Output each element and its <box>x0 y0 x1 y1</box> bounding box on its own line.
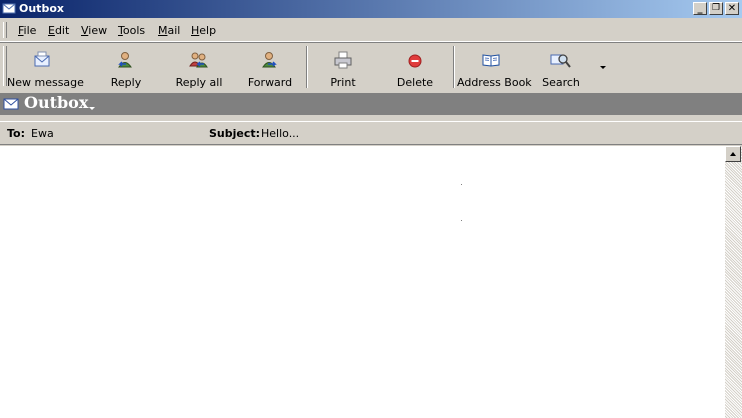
print-label: Print <box>330 76 356 89</box>
reply-icon <box>118 52 132 68</box>
reply-all-label: Reply all <box>175 76 223 89</box>
forward-label: Forward <box>247 76 293 89</box>
vertical-scrollbar[interactable] <box>725 146 742 418</box>
toolbar-separator <box>306 46 308 88</box>
message-body[interactable] <box>0 146 725 418</box>
folder-dropdown-arrow[interactable] <box>89 107 95 110</box>
search-label: Search <box>542 76 580 89</box>
folder-name[interactable]: Outbox <box>24 93 88 112</box>
delete-button[interactable]: Delete <box>394 47 436 89</box>
title-bar: Outbox _ ❐ ✕ <box>0 0 742 18</box>
delete-icon <box>408 54 422 68</box>
new-message-label: New message <box>7 76 84 89</box>
menu-bar: File Edit View Tools Mail Help <box>0 19 742 42</box>
close-button[interactable]: ✕ <box>725 2 739 15</box>
reply-button[interactable]: Reply <box>104 47 148 89</box>
menu-file[interactable]: File <box>18 24 36 37</box>
menu-mail[interactable]: Mail <box>158 24 180 37</box>
folder-bar: Outbox <box>0 93 742 115</box>
address-book-button[interactable]: Address Book <box>457 47 532 89</box>
outbox-app-icon <box>2 3 16 14</box>
reply-all-button[interactable]: Reply all <box>172 47 226 89</box>
to-value: Ewa <box>31 127 54 140</box>
menu-edit[interactable]: Edit <box>48 24 69 37</box>
printer-icon <box>334 51 352 69</box>
toolbar-overflow-arrow[interactable] <box>600 66 606 69</box>
restore-button[interactable]: ❐ <box>709 2 723 15</box>
search-button[interactable]: Search <box>540 47 582 89</box>
stray-pixel <box>461 220 462 221</box>
address-book-icon <box>482 54 500 67</box>
subject-value: Hello... <box>261 127 300 140</box>
new-message-button[interactable]: New message <box>7 47 84 89</box>
scroll-up-arrow-icon <box>730 152 736 156</box>
scroll-up-button[interactable] <box>725 146 741 162</box>
reply-all-icon <box>189 52 208 68</box>
stray-pixel <box>461 184 462 185</box>
menu-help[interactable]: Help <box>191 24 216 37</box>
forward-button[interactable]: Forward <box>245 47 295 89</box>
menu-grip <box>3 22 7 38</box>
new-message-icon <box>34 51 50 67</box>
outbox-folder-icon <box>3 98 19 110</box>
forward-icon <box>262 52 277 68</box>
address-book-label: Address Book <box>457 76 532 89</box>
message-header: To: Ewa Subject: Hello... <box>0 121 742 145</box>
menu-view[interactable]: View <box>81 24 107 37</box>
to-label: To: <box>7 127 25 140</box>
subject-label: Subject: <box>209 127 261 140</box>
delete-label: Delete <box>396 76 434 89</box>
window-title: Outbox <box>19 2 64 15</box>
toolbar: New message Reply Reply all Forward Prin… <box>0 43 742 113</box>
menu-tools[interactable]: Tools <box>118 24 145 37</box>
reply-label: Reply <box>110 76 142 89</box>
minimize-button[interactable]: _ <box>693 2 707 15</box>
search-icon <box>550 54 571 68</box>
print-button[interactable]: Print <box>325 47 361 89</box>
toolbar-separator <box>453 46 455 88</box>
